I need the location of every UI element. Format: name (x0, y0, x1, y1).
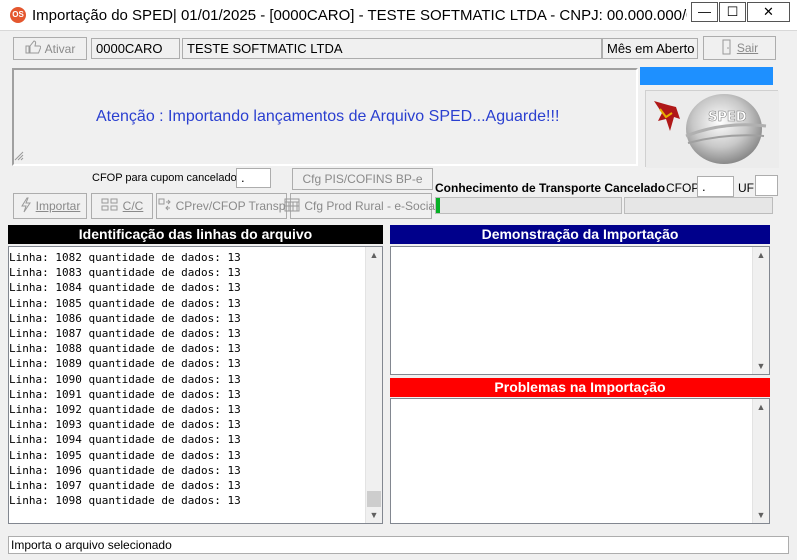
demo-list[interactable]: ▲ ▼ (390, 246, 770, 375)
importar-button[interactable]: Importar (13, 193, 87, 219)
list-item: Linha: 1085 quantidade de dados: 13 (9, 296, 241, 310)
sair-label: Sair (736, 41, 759, 55)
cc-button[interactable]: C/C (91, 193, 153, 219)
cfop-cupom-input[interactable]: . (236, 168, 271, 188)
cfg-pis-cofins-button[interactable]: Cfg PIS/COFINS BP-e (292, 168, 433, 190)
list-item: Linha: 1093 quantidade de dados: 13 (9, 418, 241, 432)
list-item: Linha: 1088 quantidade de dados: 13 (9, 342, 241, 356)
cc-label: C/C (122, 199, 144, 213)
demo-panel-header: Demonstração da Importação (390, 225, 770, 244)
file-lines-scrollbar[interactable]: ▲ ▼ (365, 247, 382, 523)
file-lines-content: Linha: 1082 quantidade de dados: 13 Linha… (9, 247, 241, 508)
ativar-button[interactable]: Ativar (13, 37, 87, 60)
close-button[interactable]: ✕ (747, 2, 790, 22)
thumbs-up-icon (25, 40, 41, 57)
title-bar: OS Importação do SPED| 01/01/2025 - [000… (0, 0, 797, 31)
minimize-button[interactable]: — (691, 2, 718, 22)
lightning-icon (20, 197, 32, 216)
cprev-cfop-transp-label: CPrev/CFOP Transp (175, 199, 286, 213)
app-icon: OS (10, 7, 26, 23)
problems-panel-header: Problemas na Importação (390, 378, 770, 397)
list-item: Linha: 1083 quantidade de dados: 13 (9, 266, 241, 280)
uf-label: UF (738, 181, 754, 195)
cfop-input[interactable]: . (697, 176, 734, 197)
message-panel: Atenção : Importando lançamentos de Arqu… (12, 68, 638, 166)
company-name-field: TESTE SOFTMATIC LTDA (182, 38, 602, 59)
list-item: Linha: 1095 quantidade de dados: 13 (9, 448, 241, 462)
list-item: Linha: 1094 quantidade de dados: 13 (9, 433, 241, 447)
import-progress-fill (436, 198, 440, 213)
accent-bar (640, 67, 773, 85)
import-progress-bar (435, 197, 622, 214)
calendar-icon (284, 198, 300, 215)
problems-list[interactable]: ▲ ▼ (390, 398, 770, 524)
cfop-cupom-label: CFOP para cupom cancelado (92, 172, 237, 184)
list-item: Linha: 1097 quantidade de dados: 13 (9, 479, 241, 493)
list-item: Linha: 1089 quantidade de dados: 13 (9, 357, 241, 371)
cprev-cfop-transp-button[interactable]: CPrev/CFOP Transp (156, 193, 287, 219)
period-status-field: Mês em Aberto (602, 38, 698, 59)
sair-button[interactable]: Sair (703, 36, 776, 60)
cfg-prod-rural-label: Cfg Prod Rural - e-Social (304, 199, 438, 213)
scroll-up-icon[interactable]: ▲ (753, 399, 769, 415)
cfg-pis-cofins-label: Cfg PIS/COFINS BP-e (302, 172, 423, 186)
list-item: Linha: 1087 quantidade de dados: 13 (9, 327, 241, 341)
door-exit-icon (721, 39, 733, 58)
demo-scrollbar[interactable]: ▲ ▼ (752, 247, 769, 374)
secondary-progress-bar (624, 197, 773, 214)
problems-scrollbar[interactable]: ▲ ▼ (752, 399, 769, 523)
scroll-down-icon[interactable]: ▼ (366, 507, 382, 523)
window-title: Importação do SPED| 01/01/2025 - [0000CA… (32, 7, 687, 24)
status-bar: Importa o arquivo selecionado (8, 536, 789, 554)
list-item: Linha: 1096 quantidade de dados: 13 (9, 463, 241, 477)
scroll-down-icon[interactable]: ▼ (753, 507, 769, 523)
scroll-thumb[interactable] (367, 491, 381, 507)
list-item: Linha: 1084 quantidade de dados: 13 (9, 281, 241, 295)
list-item: Linha: 1091 quantidade de dados: 13 (9, 387, 241, 401)
cfg-prod-rural-button[interactable]: Cfg Prod Rural - e-Social (284, 193, 438, 219)
resize-grip-icon (14, 151, 24, 164)
ativar-label: Ativar (44, 41, 76, 56)
grid-icon (101, 198, 119, 215)
list-item: Linha: 1086 quantidade de dados: 13 (9, 311, 241, 325)
scroll-down-icon[interactable]: ▼ (753, 358, 769, 374)
company-code-field: 0000CARO (91, 38, 180, 59)
cfop-label: CFOP (666, 181, 700, 195)
lines-panel-header: Identificação das linhas do arquivo (8, 225, 383, 244)
list-item: Linha: 1092 quantidade de dados: 13 (9, 403, 241, 417)
svg-text:SPED: SPED (708, 110, 747, 125)
transfer-icon (158, 198, 172, 215)
importar-label: Importar (35, 199, 81, 213)
list-item: Linha: 1098 quantidade de dados: 13 (9, 494, 241, 508)
file-lines-list[interactable]: Linha: 1082 quantidade de dados: 13 Linha… (8, 246, 383, 524)
list-item: Linha: 1090 quantidade de dados: 13 (9, 372, 241, 386)
scroll-up-icon[interactable]: ▲ (366, 247, 382, 263)
ct-cancelado-label: Conhecimento de Transporte Cancelado (435, 181, 666, 195)
sped-logo: SPED (645, 90, 779, 168)
maximize-button[interactable]: ☐ (719, 2, 746, 22)
import-status-message: Atenção : Importando lançamentos de Arqu… (96, 108, 560, 125)
list-item: Linha: 1082 quantidade de dados: 13 (9, 251, 241, 264)
scroll-up-icon[interactable]: ▲ (753, 247, 769, 263)
uf-input[interactable] (755, 175, 778, 196)
